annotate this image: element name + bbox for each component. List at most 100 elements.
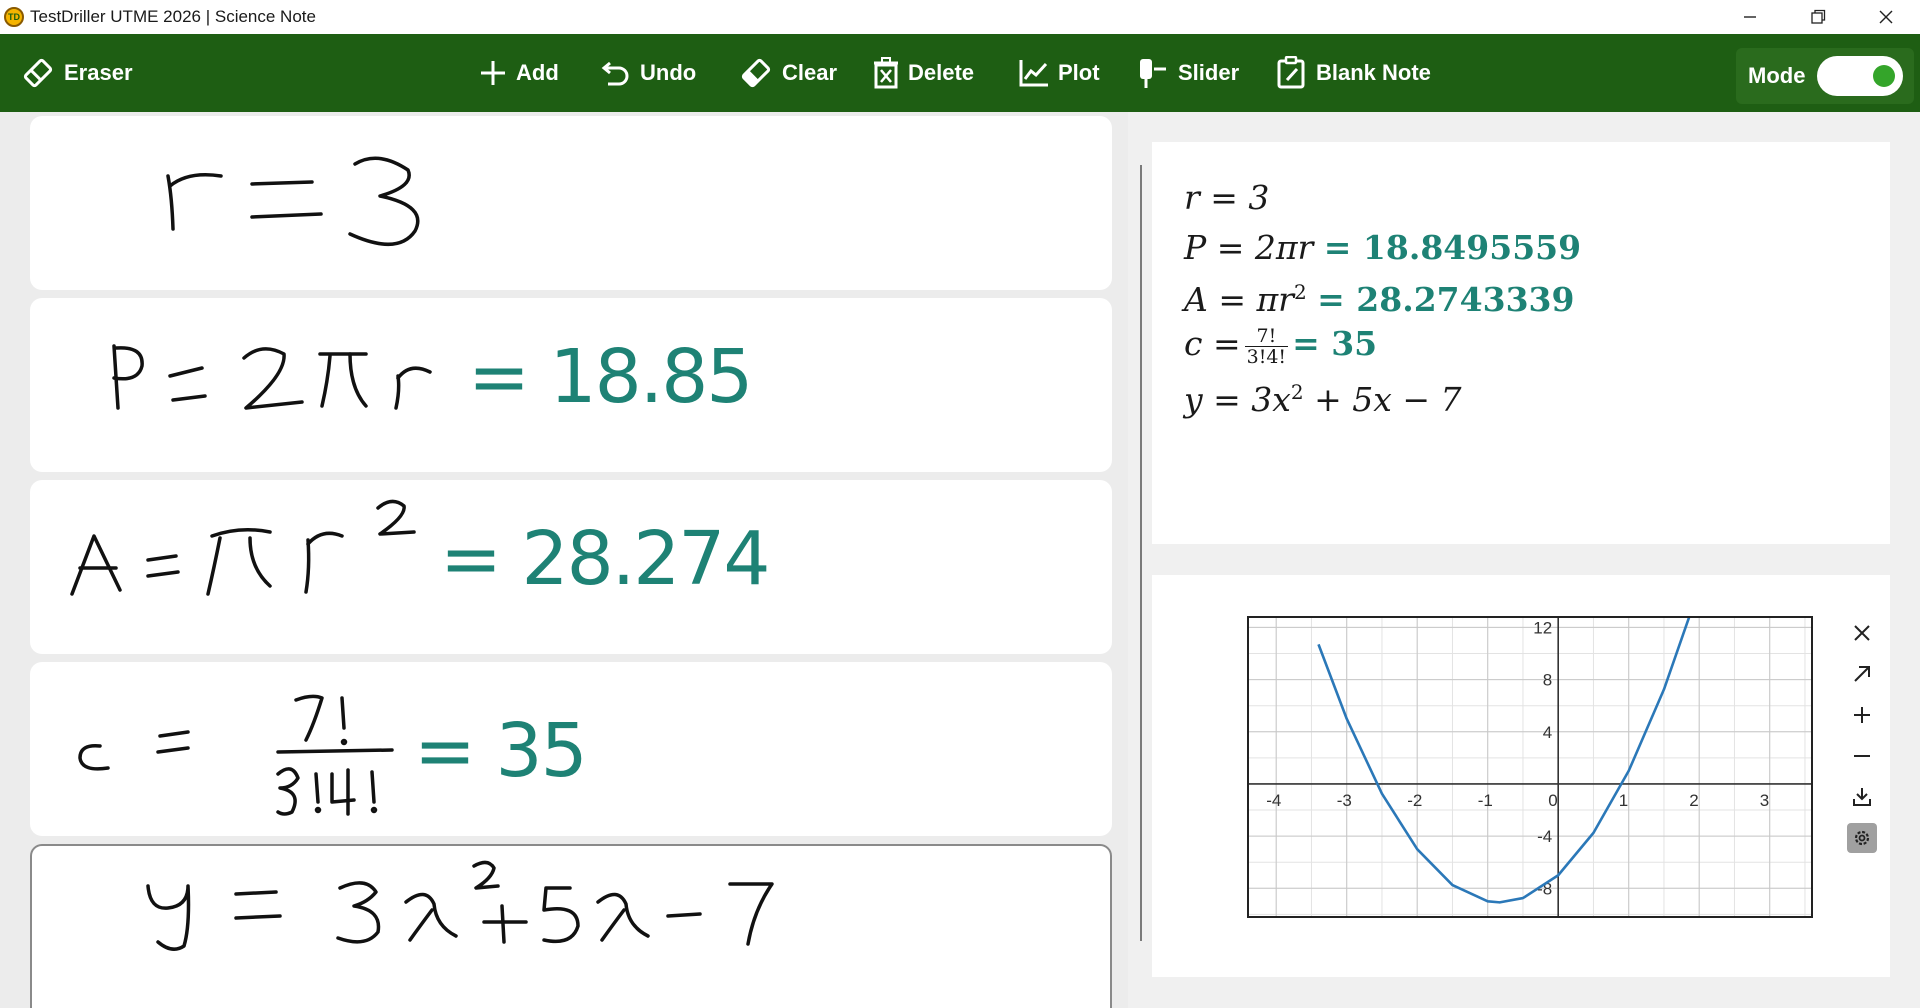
x-tick-label: -4 — [1266, 791, 1281, 810]
math-line-3: A = πr2 = 28.2743339 — [1184, 280, 1574, 319]
graph-toolbar — [1847, 618, 1877, 864]
restore-button[interactable] — [1784, 0, 1852, 34]
note-edit-icon — [1277, 56, 1305, 89]
eraser-label: Eraser — [64, 60, 133, 85]
x-tick-label: 3 — [1760, 791, 1769, 810]
minimize-icon — [1744, 16, 1756, 18]
math-line-4: c = 7! 3!4! = 35 — [1184, 324, 1377, 367]
eraser-clear-icon — [741, 58, 771, 88]
graph-expand-button[interactable] — [1847, 659, 1877, 689]
panel-splitter[interactable] — [1140, 165, 1142, 941]
x-tick-label: 1 — [1619, 791, 1628, 810]
note-card-1[interactable] — [30, 116, 1112, 290]
app-logo-text: TD — [8, 12, 20, 22]
close-icon — [1854, 625, 1870, 641]
graph-download-button[interactable] — [1847, 782, 1877, 812]
plot-frame — [1247, 616, 1813, 918]
series-line-0 — [1317, 617, 1691, 904]
math-line-4-expr: c = — [1184, 324, 1241, 363]
notes-area: = 18.85 = 28.274 = 35 — [0, 112, 1128, 1008]
toggle-knob — [1873, 65, 1896, 87]
fraction-numerator: 7! — [1244, 326, 1289, 347]
close-window-button[interactable] — [1852, 0, 1920, 34]
handwriting-r-equals-3 — [166, 156, 420, 247]
window-title: TestDriller UTME 2026 | Science Note — [30, 7, 316, 26]
blank-note-label: Blank Note — [1316, 60, 1431, 85]
y-tick-label: 12 — [1533, 618, 1552, 637]
note-card-2[interactable]: = 18.85 — [30, 298, 1112, 472]
window-controls — [1716, 0, 1920, 34]
title-bar: TD TestDriller UTME 2026 | Science Note — [0, 0, 1920, 34]
math-line-1: r = 3 — [1184, 178, 1269, 217]
x-tick-label: -2 — [1407, 791, 1422, 810]
trash-icon — [874, 57, 898, 89]
mode-control: Mode — [1736, 48, 1914, 104]
math-line-5: y = 3x2 + 5x − 7 — [1184, 380, 1462, 419]
graph-zoom-out-button[interactable] — [1847, 741, 1877, 771]
math-line-4-result: = 35 — [1292, 324, 1378, 363]
blank-note-button[interactable]: Blank Note — [1276, 34, 1431, 112]
undo-label: Undo — [640, 60, 697, 85]
graph-zoom-in-button[interactable] — [1847, 700, 1877, 730]
math-line-3-exponent: 2 — [1293, 280, 1307, 304]
function-plot[interactable]: -4 -3 -2 -1 0 1 2 31284-4-8 — [1152, 575, 1890, 977]
chart-line-icon — [1019, 60, 1048, 87]
slider-button[interactable]: Slider — [1134, 34, 1239, 112]
math-line-5-expr-b: + 5x − 7 — [1303, 380, 1462, 419]
zoom-in-icon — [1854, 707, 1870, 723]
math-output-panel: r = 3 P = 2πr = 18.8495559 A = πr2 = 28.… — [1152, 142, 1890, 544]
delete-button[interactable]: Delete — [872, 34, 974, 112]
toolbar: Eraser Add Undo Clear Delete Plot Slider… — [0, 34, 1920, 112]
eraser-icon — [23, 58, 53, 88]
eraser-button[interactable]: Eraser — [20, 34, 133, 112]
handwriting-quadratic — [146, 860, 774, 951]
add-label: Add — [516, 60, 559, 85]
math-fraction: 7! 3!4! — [1244, 326, 1289, 368]
x-tick-label: -1 — [1478, 791, 1493, 810]
expand-icon — [1854, 666, 1870, 682]
add-button[interactable]: Add — [478, 34, 559, 112]
math-line-3-expr: A = πr — [1184, 280, 1294, 319]
math-line-2: P = 2πr = 18.8495559 — [1184, 228, 1581, 267]
undo-button[interactable]: Undo — [600, 34, 696, 112]
x-tick-label: -3 — [1337, 791, 1352, 810]
plot-label: Plot — [1058, 60, 1100, 85]
plus-icon — [481, 61, 505, 85]
download-icon — [1853, 788, 1871, 806]
app-logo-icon: TD — [4, 7, 24, 27]
restore-icon — [1811, 9, 1826, 24]
delete-label: Delete — [908, 60, 975, 85]
y-tick-label: 8 — [1543, 671, 1552, 690]
note-result-3: = 28.274 — [440, 516, 770, 602]
undo-icon — [601, 61, 629, 86]
close-icon — [1879, 10, 1893, 24]
math-line-5-expr-a: y = 3x — [1184, 380, 1291, 419]
math-line-3-result: = 28.2743339 — [1317, 280, 1575, 319]
zoom-out-icon — [1854, 755, 1870, 757]
graph-settings-button[interactable] — [1847, 823, 1877, 853]
x-tick-label: 0 — [1548, 791, 1557, 810]
note-card-4[interactable]: = 35 — [30, 662, 1112, 836]
plot-button[interactable]: Plot — [1018, 34, 1100, 112]
note-card-3[interactable]: = 28.274 — [30, 480, 1112, 654]
y-tick-label: -4 — [1537, 827, 1552, 846]
x-tick-label: 2 — [1689, 791, 1698, 810]
note-result-2: = 18.85 — [468, 334, 753, 420]
clear-button[interactable]: Clear — [738, 34, 837, 112]
math-line-5-exponent: 2 — [1290, 380, 1304, 404]
fraction-denominator: 3!4! — [1246, 345, 1287, 368]
graph-close-button[interactable] — [1847, 618, 1877, 648]
minimize-button[interactable] — [1716, 0, 1784, 34]
note-card-5[interactable] — [30, 844, 1112, 1008]
mode-toggle[interactable] — [1817, 56, 1904, 96]
math-line-1-expr: r = 3 — [1184, 178, 1270, 217]
graph-panel: -4 -3 -2 -1 0 1 2 3 12 8 4 -4 -8 — [1152, 575, 1890, 977]
slider-icon — [1140, 59, 1166, 88]
mode-label: Mode — [1748, 63, 1806, 88]
slider-label: Slider — [1178, 60, 1240, 85]
settings-icon — [1854, 830, 1870, 846]
math-line-2-result: = 18.8495559 — [1323, 228, 1582, 267]
math-line-2-expr: P = 2πr — [1184, 228, 1314, 267]
clear-label: Clear — [782, 60, 838, 85]
y-tick-label: 4 — [1543, 723, 1552, 742]
